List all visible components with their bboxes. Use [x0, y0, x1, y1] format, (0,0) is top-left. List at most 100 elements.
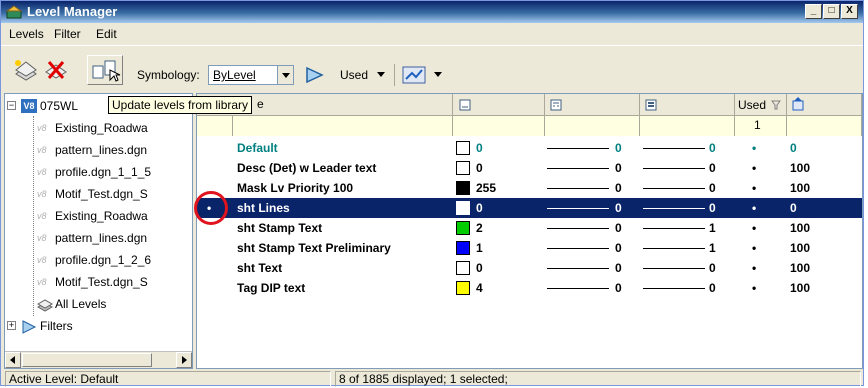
used-count-column-icon [792, 97, 804, 111]
color-swatch[interactable] [456, 201, 470, 215]
color-swatch[interactable] [456, 161, 470, 175]
display-options-chevron-icon[interactable] [433, 71, 443, 79]
used-indicator: • [752, 181, 757, 195]
used-count: 100 [790, 241, 811, 255]
grid-filter-row[interactable]: 1 [197, 116, 862, 136]
chevron-down-icon[interactable] [277, 66, 293, 84]
tree-item[interactable]: v8 Motif_Test.dgn_S [25, 184, 192, 206]
style-number: 0 [615, 141, 622, 155]
filter-cell-used[interactable]: 1 [735, 116, 787, 136]
tree-item[interactable]: v8 pattern_lines.dgn [25, 140, 192, 162]
level-row[interactable]: Desc (Det) w Leader text 0 0 0 • 100 [197, 158, 862, 178]
filter-cell-weight[interactable] [640, 116, 735, 136]
scroll-right-arrow-icon[interactable] [176, 352, 192, 368]
tree-item[interactable]: v8 pattern_lines.dgn [25, 228, 192, 250]
title-bar[interactable]: Level Manager _ □ X [1, 1, 863, 23]
column-header-used-count[interactable] [787, 94, 862, 116]
menu-filter[interactable]: Filter [54, 27, 81, 41]
color-swatch[interactable] [456, 281, 470, 295]
column-header-used[interactable]: Used [735, 94, 787, 116]
toolbar-separator [394, 64, 395, 86]
style-number: 0 [615, 281, 622, 295]
filter-cell-name[interactable] [233, 116, 453, 136]
style-line [547, 228, 609, 229]
level-row[interactable]: • sht Lines 0 0 0 • 0 [197, 198, 862, 218]
update-levels-tooltip: Update levels from library [108, 96, 253, 114]
column-header-color[interactable] [453, 94, 545, 116]
level-name: sht Text [237, 261, 283, 275]
level-name: sht Stamp Text Preliminary [237, 241, 391, 255]
level-name: sht Lines [237, 201, 290, 215]
tree-item-label: All Levels [55, 297, 107, 311]
symbology-select[interactable]: ByLevel [208, 65, 294, 85]
collapse-icon[interactable]: − [7, 101, 16, 110]
used-filter-label[interactable]: Used [340, 68, 368, 82]
tree-item[interactable]: v8 profile.dgn_1_1_5 [25, 162, 192, 184]
style-line [547, 208, 609, 209]
filter-used-value: 1 [754, 118, 761, 132]
menu-levels[interactable]: Levels [9, 27, 44, 41]
close-button[interactable]: X [841, 4, 858, 19]
display-options-icon[interactable] [401, 64, 427, 86]
tree-item-label: profile.dgn_1_1_5 [55, 165, 152, 179]
used-dropdown-chevron-icon[interactable] [376, 71, 386, 79]
expand-icon[interactable]: + [7, 321, 16, 330]
minimize-button[interactable]: _ [805, 4, 822, 19]
weight-line [643, 188, 705, 189]
level-tree[interactable]: − V8 075WL v8 Existing_Roadwa v8 pattern… [4, 93, 193, 369]
tree-item-filters[interactable]: + Filters [7, 316, 192, 338]
level-row[interactable]: Tag DIP text 4 0 0 • 100 [197, 278, 862, 298]
color-swatch[interactable] [456, 141, 470, 155]
filter-cell-marker[interactable] [197, 116, 233, 136]
status-bar: Active Level: Default 8 of 1885 displaye… [1, 369, 863, 387]
level-row[interactable]: Default 0 0 0 • 0 [197, 138, 862, 158]
status-active-level: Active Level: Default [5, 371, 331, 387]
style-line [547, 168, 609, 169]
used-count: 0 [790, 201, 797, 215]
tree-horizontal-scrollbar[interactable] [5, 351, 192, 368]
level-row[interactable]: sht Text 0 0 0 • 100 [197, 258, 862, 278]
style-number: 0 [615, 201, 622, 215]
level-name: Tag DIP text [237, 281, 306, 295]
color-swatch[interactable] [456, 261, 470, 275]
weight-number: 0 [709, 141, 716, 155]
filter-flag-icon[interactable] [304, 65, 326, 85]
column-header-style[interactable] [545, 94, 640, 116]
style-number: 0 [615, 161, 622, 175]
filter-cell-used-count[interactable] [787, 116, 862, 136]
weight-number: 0 [709, 181, 716, 195]
filter-cell-style[interactable] [545, 116, 640, 136]
color-swatch[interactable] [456, 241, 470, 255]
color-number: 1 [476, 241, 483, 255]
column-header-weight[interactable] [640, 94, 735, 116]
scroll-left-arrow-icon[interactable] [5, 352, 21, 368]
level-row[interactable]: sht Stamp Text 2 0 1 • 100 [197, 218, 862, 238]
style-line [547, 188, 609, 189]
level-grid[interactable]: e Used 1 Default 0 0 0 • 0 Desc (Det) w … [196, 93, 863, 369]
v8-reference-icon: v8 [37, 145, 47, 155]
weight-line [643, 148, 705, 149]
delete-level-icon[interactable] [43, 58, 69, 82]
color-number: 0 [476, 161, 483, 175]
level-row[interactable]: sht Stamp Text Preliminary 1 0 1 • 100 [197, 238, 862, 258]
color-swatch[interactable] [456, 221, 470, 235]
menu-edit[interactable]: Edit [96, 27, 117, 41]
tree-item[interactable]: v8 Existing_Roadwa [25, 118, 192, 140]
filter-cell-color[interactable] [453, 116, 545, 136]
weight-line [643, 228, 705, 229]
tree-item[interactable]: v8 Motif_Test.dgn_S [25, 272, 192, 294]
style-number: 0 [615, 261, 622, 275]
tree-item-all-levels[interactable]: All Levels [25, 294, 192, 316]
level-name: Desc (Det) w Leader text [237, 161, 377, 175]
maximize-button[interactable]: □ [823, 4, 840, 19]
level-row[interactable]: Mask Lv Priority 100 255 0 0 • 100 [197, 178, 862, 198]
update-levels-button[interactable] [87, 55, 123, 85]
tree-item[interactable]: v8 Existing_Roadwa [25, 206, 192, 228]
filter-funnel-icon[interactable] [771, 100, 781, 110]
column-header-label: e [257, 97, 264, 111]
new-level-icon[interactable] [13, 58, 39, 82]
color-swatch[interactable] [456, 181, 470, 195]
menu-bar: Levels Filter Edit [1, 24, 863, 43]
tree-item[interactable]: v8 profile.dgn_1_2_6 [25, 250, 192, 272]
scroll-thumb[interactable] [22, 353, 152, 367]
